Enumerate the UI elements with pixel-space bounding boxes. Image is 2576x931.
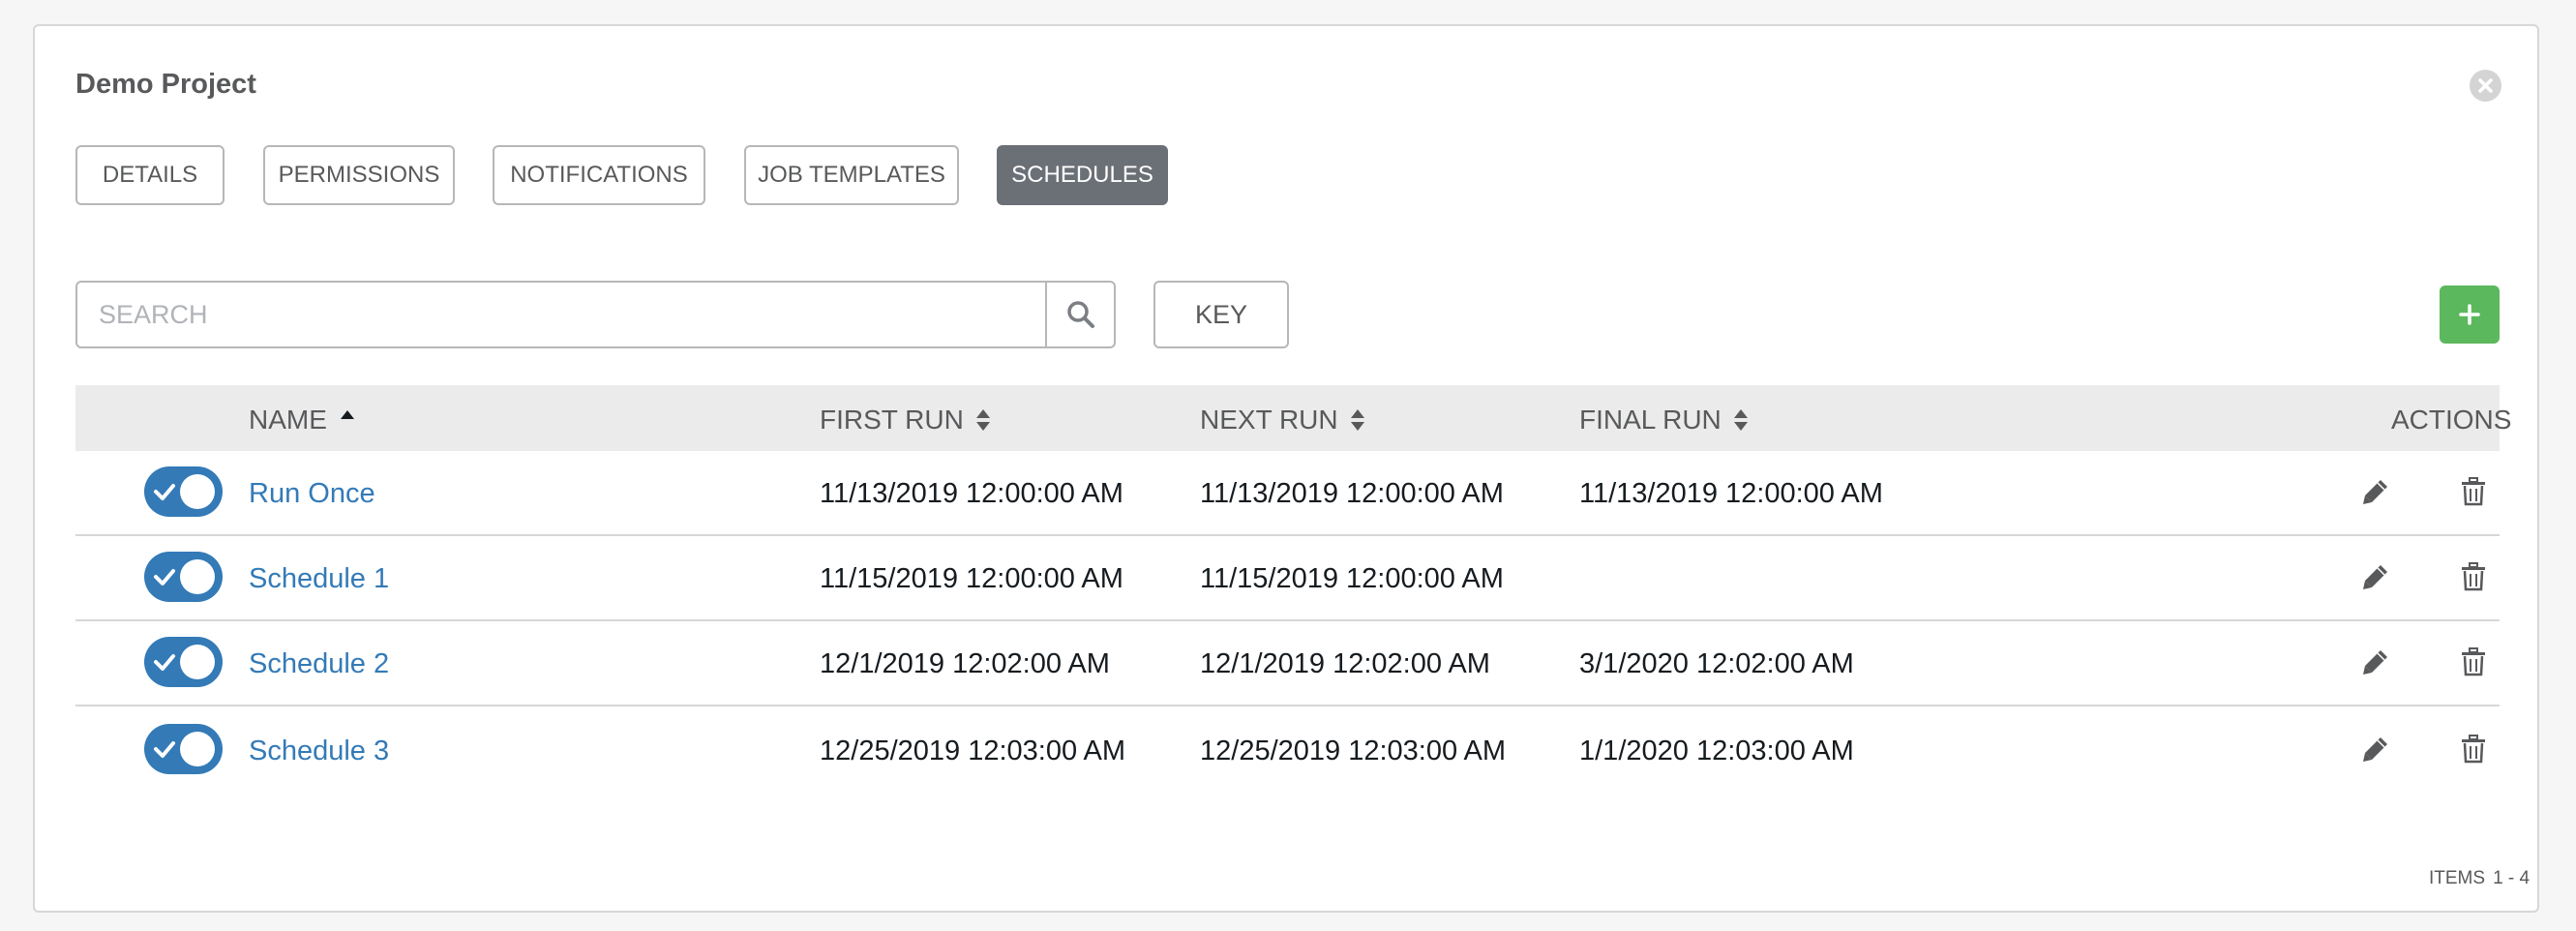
schedule-enabled-toggle[interactable] [144,552,223,602]
delete-button[interactable] [2450,726,2497,772]
schedule-name-link[interactable]: Schedule 2 [249,648,389,680]
table-row: Schedule 2 12/1/2019 12:02:00 AM 12/1/20… [75,621,2500,706]
sort-up-icon [340,410,354,419]
pagination-label: ITEMS [2429,868,2486,888]
next-run-cell: 12/1/2019 12:02:00 AM [1200,648,1490,679]
check-icon [154,732,215,766]
column-header-final-run-label: FINAL RUN [1579,405,1722,435]
column-header-next-run[interactable]: NEXT RUN [1200,405,1365,435]
check-icon [154,474,215,509]
plus-icon [2459,304,2480,325]
first-run-cell: 11/15/2019 12:00:00 AM [820,563,1123,594]
search-box [75,281,1116,348]
edit-button[interactable] [2352,726,2399,772]
trash-icon [2462,477,2485,506]
check-icon [154,645,215,679]
column-header-name[interactable]: NAME [249,405,356,435]
project-panel: Demo Project DETAILS PERMISSIONS NOTIFIC… [33,24,2539,913]
column-header-next-run-label: NEXT RUN [1200,405,1338,435]
pencil-icon [2363,650,2387,675]
next-run-cell: 12/25/2019 12:03:00 AM [1200,736,1507,766]
column-header-first-run-label: FIRST RUN [820,405,964,435]
table-header: NAME FIRST RUN NEXT RUN FINAL RUN ACTION… [75,385,2511,451]
pencil-icon [2363,565,2387,589]
search-button[interactable] [1045,283,1114,346]
edit-button[interactable] [2352,468,2399,515]
tab-schedules[interactable]: SCHEDULES [997,145,1168,205]
schedule-enabled-toggle[interactable] [144,466,223,517]
tab-permissions[interactable]: PERMISSIONS [263,145,455,205]
trash-icon [2462,647,2485,676]
trash-icon [2462,735,2485,764]
final-run-cell: 11/13/2019 12:00:00 AM [1579,478,1883,509]
column-header-first-run[interactable]: FIRST RUN [820,405,991,435]
final-run-cell: 3/1/2020 12:02:00 AM [1579,648,1854,679]
table-row: Schedule 3 12/25/2019 12:03:00 AM 12/25/… [75,706,2500,792]
column-header-final-run[interactable]: FINAL RUN [1579,405,1749,435]
delete-button[interactable] [2450,554,2497,600]
search-icon [1066,301,1094,328]
close-icon [2478,78,2493,93]
delete-button[interactable] [2450,639,2497,685]
trash-icon [2462,562,2485,591]
tab-job-templates[interactable]: JOB TEMPLATES [744,145,959,205]
next-run-cell: 11/13/2019 12:00:00 AM [1200,478,1504,509]
close-button[interactable] [2470,70,2501,102]
key-button[interactable]: KEY [1153,281,1289,348]
table-row: Schedule 1 11/15/2019 12:00:00 AM 11/15/… [75,536,2500,621]
first-run-cell: 12/1/2019 12:02:00 AM [820,648,1110,679]
sort-icon [1733,409,1748,431]
pencil-icon [2363,737,2387,762]
sort-icon [1350,409,1364,431]
tab-details[interactable]: DETAILS [75,145,225,205]
schedule-enabled-toggle[interactable] [144,637,223,687]
schedule-enabled-toggle[interactable] [144,724,223,774]
column-header-name-label: NAME [249,405,327,435]
delete-button[interactable] [2450,468,2497,515]
pagination-range: 1 - 4 [2493,868,2531,888]
sort-icon [975,409,990,431]
edit-button[interactable] [2352,554,2399,600]
schedule-name-link[interactable]: Schedule 3 [249,736,389,767]
table-row: Run Once 11/13/2019 12:00:00 AM 11/13/20… [75,451,2500,536]
pencil-icon [2363,480,2387,504]
final-run-cell: 1/1/2020 12:03:00 AM [1579,736,1854,766]
pagination-items: ITEMS 1 - 4 [2429,868,2537,889]
column-header-actions: ACTIONS [2391,405,2512,435]
first-run-cell: 12/25/2019 12:03:00 AM [820,736,1126,766]
next-run-cell: 11/15/2019 12:00:00 AM [1200,563,1504,594]
tab-notifications[interactable]: NOTIFICATIONS [493,145,705,205]
search-input[interactable] [77,283,1045,346]
schedule-name-link[interactable]: Run Once [249,478,375,510]
panel-title: Demo Project [75,69,256,100]
edit-button[interactable] [2352,639,2399,685]
first-run-cell: 11/13/2019 12:00:00 AM [820,478,1123,509]
check-icon [154,559,215,594]
schedule-name-link[interactable]: Schedule 1 [249,563,389,595]
add-schedule-button[interactable] [2440,285,2500,344]
